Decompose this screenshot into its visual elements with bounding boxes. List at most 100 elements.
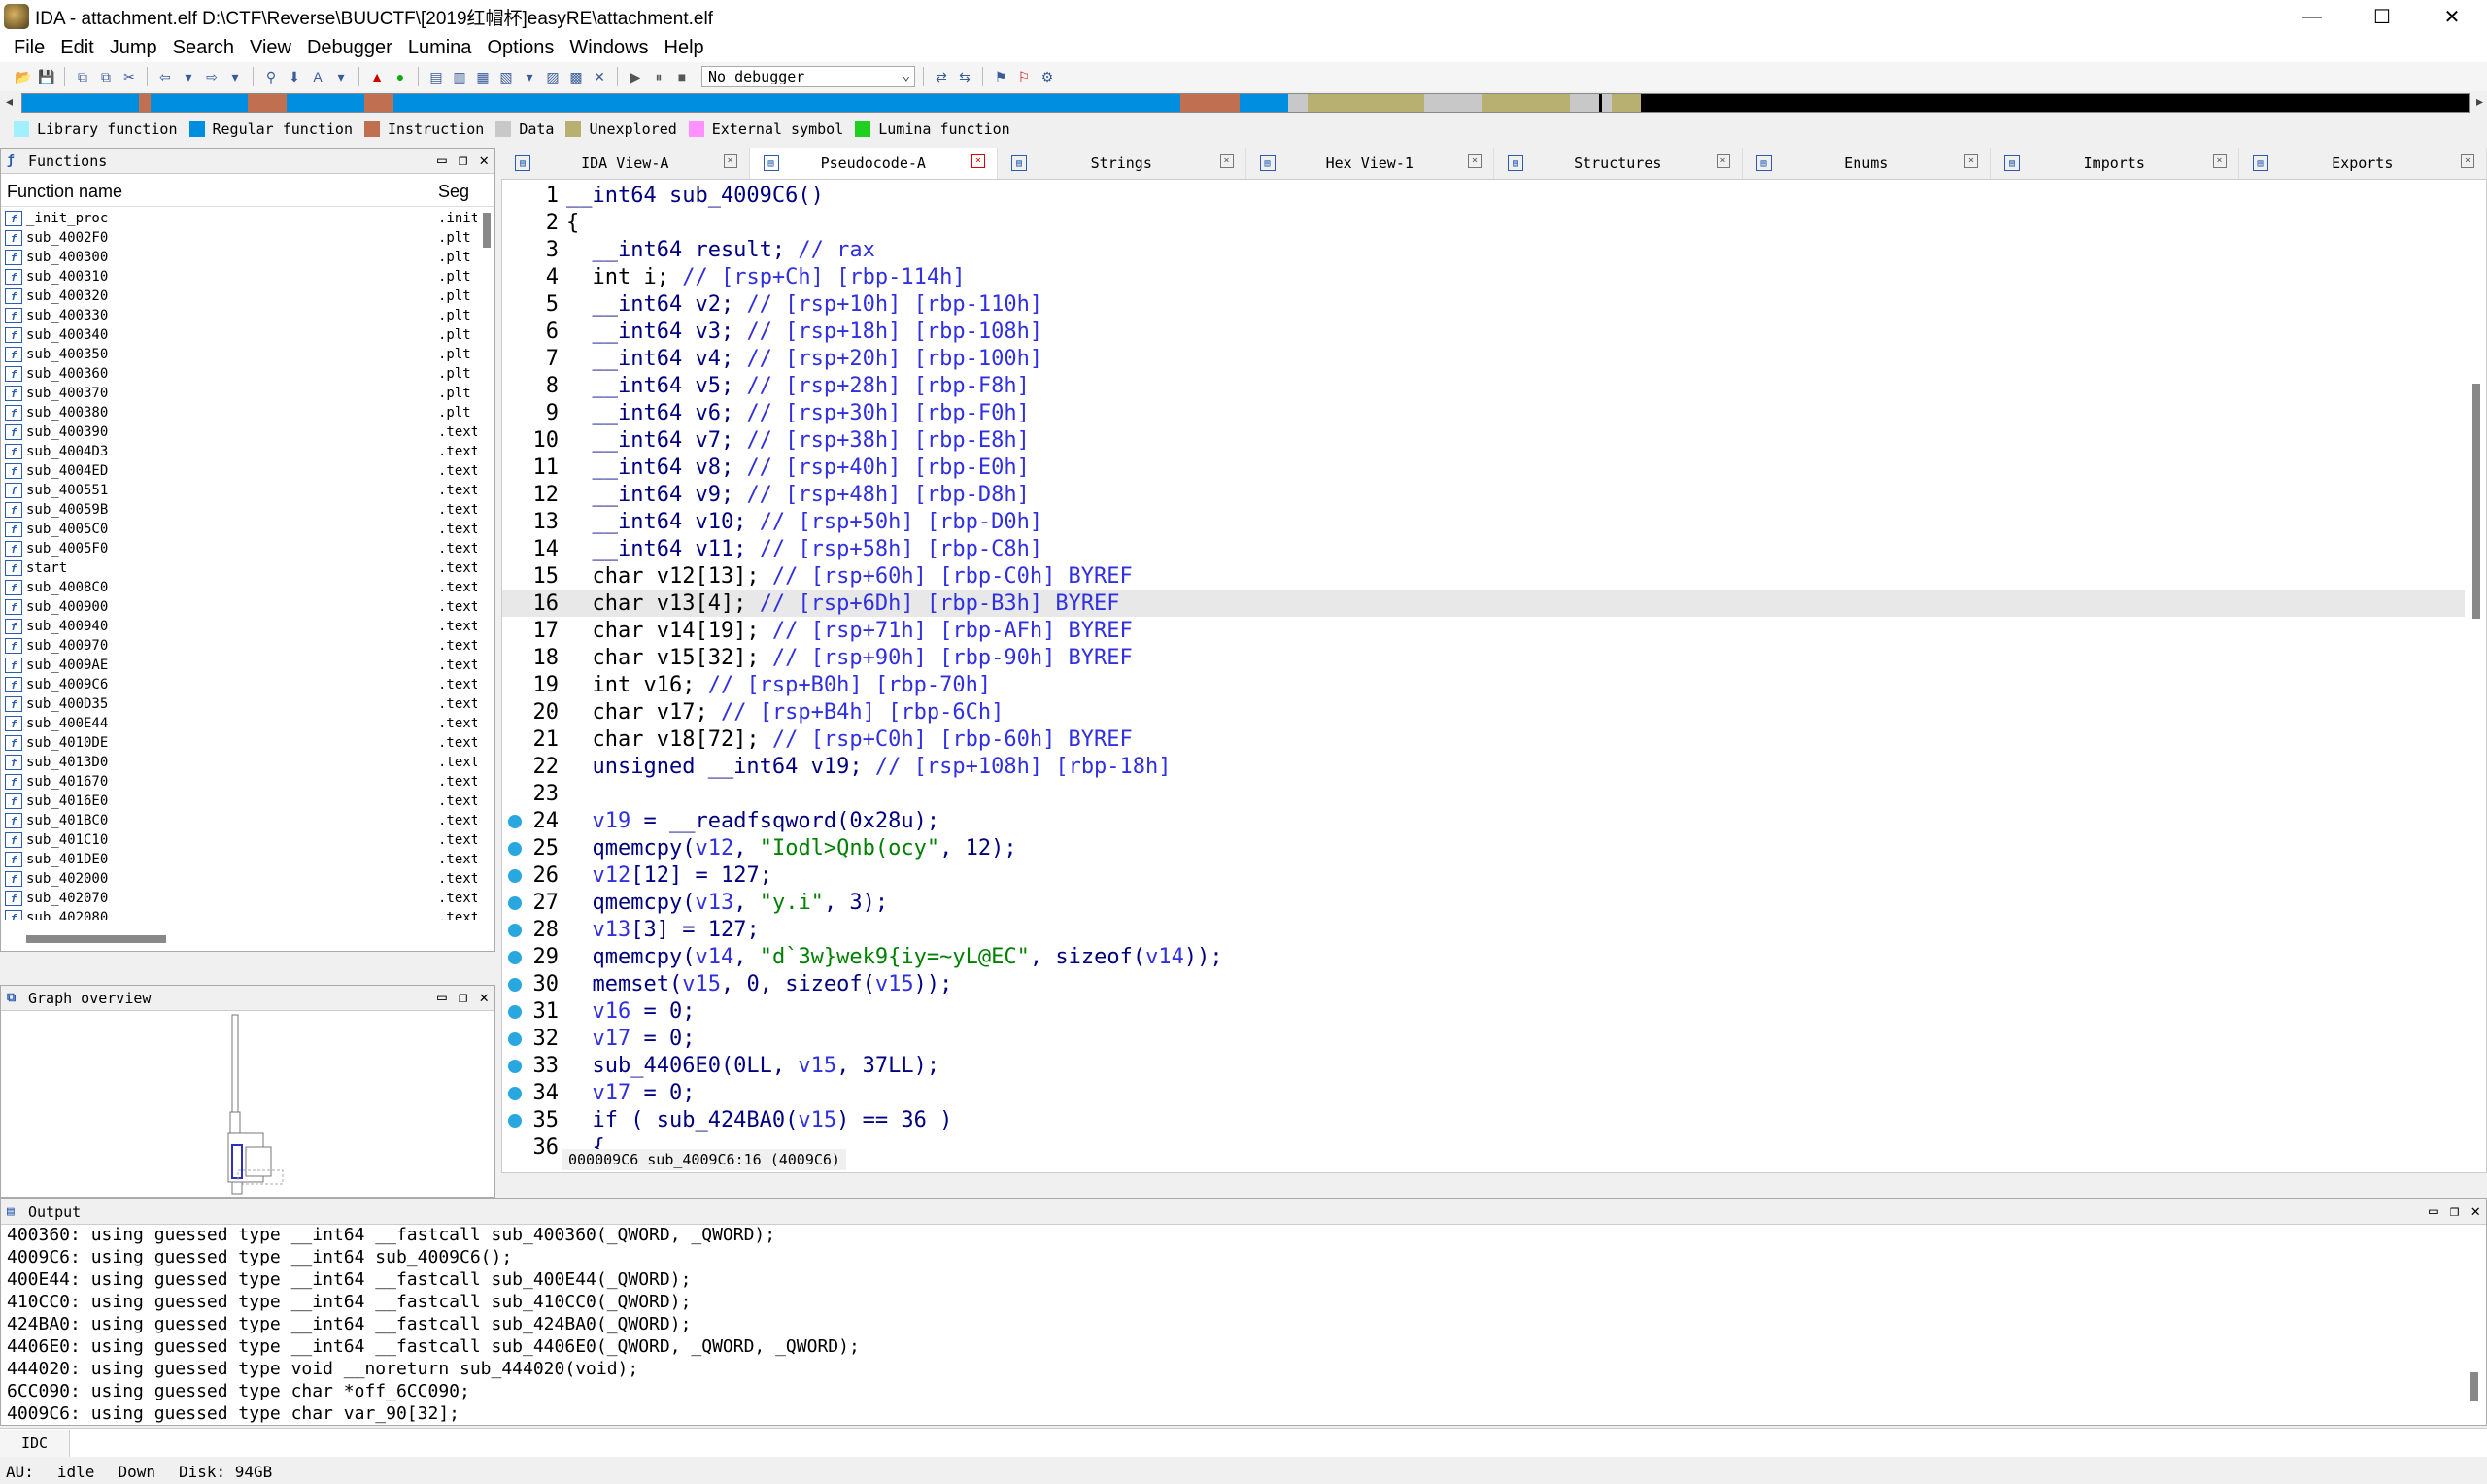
- sync-icon[interactable]: ⇆: [955, 67, 974, 86]
- function-row[interactable]: f sub_400310 .plt: [1, 267, 477, 287]
- navbar-segment[interactable]: [1611, 94, 1641, 112]
- code-line[interactable]: 13 __int64 v10; // [rsp+50h] [rbp-D0h]: [502, 508, 2465, 535]
- tab-hex-view-1[interactable]: ▤ Hex View-1 ×: [1246, 148, 1494, 179]
- function-row[interactable]: f sub_400300 .plt: [1, 248, 477, 267]
- jump-down-icon[interactable]: ⬇: [285, 67, 304, 86]
- code-line[interactable]: 35 if ( sub_424BA0(v15) == 36 ): [502, 1106, 2465, 1133]
- function-row[interactable]: f sub_4004ED .text: [1, 461, 477, 481]
- function-row[interactable]: f sub_400940 .text: [1, 617, 477, 636]
- column-function-name[interactable]: Function name: [1, 182, 438, 202]
- settings-icon[interactable]: ⚙: [1038, 67, 1057, 86]
- idc-command-input[interactable]: [70, 1430, 2487, 1456]
- tab-close-icon[interactable]: ×: [723, 154, 737, 168]
- idc-language-button[interactable]: IDC: [0, 1429, 70, 1457]
- code-line[interactable]: 20 char v17; // [rsp+B4h] [rbp-6Ch]: [502, 698, 2465, 725]
- function-row[interactable]: f sub_4002F0 .plt: [1, 228, 477, 248]
- menu-options[interactable]: Options: [479, 37, 562, 59]
- code-line[interactable]: 10 __int64 v7; // [rsp+38h] [rbp-E8h]: [502, 426, 2465, 454]
- debugger-select[interactable]: No debugger ⌄: [701, 66, 915, 87]
- navbar-segment[interactable]: [287, 94, 365, 112]
- code-line[interactable]: 15 char v12[13]; // [rsp+60h] [rbp-C0h] …: [502, 562, 2465, 590]
- function-row[interactable]: f sub_4010DE .text: [1, 733, 477, 753]
- tab-close-icon[interactable]: ×: [1219, 154, 1234, 168]
- navbar-segment[interactable]: [1180, 94, 1240, 112]
- menu-help[interactable]: Help: [657, 37, 712, 59]
- tab-close-icon[interactable]: ×: [1468, 154, 1482, 168]
- scrollbar-thumb[interactable]: [26, 935, 166, 943]
- undefine-icon[interactable]: ▨: [543, 67, 562, 86]
- tab-close-icon[interactable]: ×: [2461, 154, 2474, 168]
- menu-search[interactable]: Search: [165, 37, 242, 59]
- code-line[interactable]: 29 qmemcpy(v14, "d`3w}wek9{iy=~yL@EC", s…: [502, 943, 2465, 970]
- panel-minimize-icon[interactable]: ▭: [437, 988, 447, 1006]
- minimize-button[interactable]: —: [2277, 0, 2347, 33]
- function-row[interactable]: f sub_400390 .text: [1, 422, 477, 442]
- function-row[interactable]: f sub_401670 .text: [1, 772, 477, 792]
- tab-close-icon[interactable]: ×: [2212, 154, 2227, 168]
- code-line[interactable]: 31 v16 = 0;: [502, 997, 2465, 1025]
- paste-icon[interactable]: ⧉: [96, 67, 116, 86]
- code-line[interactable]: 33 sub_4406E0(0LL, v15, 37LL);: [502, 1052, 2465, 1079]
- open-icon[interactable]: 📂: [14, 67, 33, 86]
- cut-icon[interactable]: ✂: [119, 67, 139, 86]
- code-line[interactable]: 34 v17 = 0;: [502, 1079, 2465, 1106]
- function-row[interactable]: f sub_4005F0 .text: [1, 539, 477, 558]
- menu-view[interactable]: View: [242, 37, 299, 59]
- function-row[interactable]: f sub_400551 .text: [1, 481, 477, 500]
- scrollbar-thumb[interactable]: [483, 213, 491, 248]
- dropdown-icon[interactable]: ▾: [225, 67, 245, 86]
- tab-exports[interactable]: ▤ Exports ×: [2239, 148, 2487, 179]
- back-icon[interactable]: ⇦: [155, 67, 175, 86]
- navbar-segment[interactable]: [364, 94, 394, 112]
- code-line[interactable]: 26 v12[12] = 127;: [502, 861, 2465, 889]
- breakpoint-icon[interactable]: ⇄: [932, 67, 951, 86]
- code-line[interactable]: 24 v19 = __readfsqword(0x28u);: [502, 807, 2465, 834]
- functions-vertical-scrollbar[interactable]: [481, 209, 493, 920]
- tab-structures[interactable]: ▤ Structures ×: [1494, 148, 1743, 179]
- code-line[interactable]: 2{: [502, 209, 2465, 236]
- navbar-segment[interactable]: [139, 94, 152, 112]
- code-line[interactable]: 7 __int64 v4; // [rsp+20h] [rbp-100h]: [502, 345, 2465, 372]
- function-row[interactable]: f sub_402000 .text: [1, 869, 477, 889]
- menu-lumina[interactable]: Lumina: [400, 37, 480, 59]
- navbar-segment[interactable]: [1569, 94, 1599, 112]
- function-row[interactable]: f sub_4008C0 .text: [1, 578, 477, 597]
- code-line[interactable]: 21 char v18[72]; // [rsp+C0h] [rbp-60h] …: [502, 725, 2465, 753]
- green-circle-icon[interactable]: ●: [391, 67, 410, 86]
- output-scrollbar-thumb[interactable]: [2470, 1372, 2478, 1401]
- function-row[interactable]: f start .text: [1, 558, 477, 578]
- function-row[interactable]: f _init_proc .init: [1, 209, 477, 228]
- function-row[interactable]: f sub_400D35 .text: [1, 694, 477, 714]
- binoculars-icon[interactable]: ⚲: [261, 67, 281, 86]
- functions-horizontal-scrollbar[interactable]: [1, 931, 487, 945]
- graph-icon[interactable]: ▲: [367, 67, 387, 86]
- navbar-segment[interactable]: [1287, 94, 1308, 112]
- function-row[interactable]: f sub_40059B .text: [1, 500, 477, 520]
- navbar-segment[interactable]: [22, 94, 140, 112]
- function-row[interactable]: f sub_401DE0 .text: [1, 850, 477, 869]
- code-line[interactable]: 22 unsigned __int64 v19; // [rsp+108h] […: [502, 753, 2465, 780]
- dropdown-icon[interactable]: ▾: [179, 67, 198, 86]
- function-row[interactable]: f sub_401C10 .text: [1, 830, 477, 850]
- function-row[interactable]: f sub_400350 .plt: [1, 345, 477, 364]
- struct-icon[interactable]: ▦: [473, 67, 493, 86]
- function-row[interactable]: f sub_400E44 .text: [1, 714, 477, 733]
- code-line[interactable]: 12 __int64 v9; // [rsp+48h] [rbp-D8h]: [502, 481, 2465, 508]
- code-line[interactable]: 1 __int64 sub_4009C6(): [502, 182, 2465, 209]
- panel-minimize-icon[interactable]: ▭: [2429, 1201, 2438, 1220]
- tab-pseudocode-a[interactable]: ▤ Pseudocode-A ×: [749, 148, 998, 179]
- function-row[interactable]: f sub_4005C0 .text: [1, 520, 477, 539]
- function-row[interactable]: f sub_4009C6 .text: [1, 675, 477, 694]
- tab-ida-view-a[interactable]: ▤ IDA View-A ×: [501, 148, 750, 179]
- function-row[interactable]: f sub_4016E0 .text: [1, 792, 477, 811]
- menu-edit[interactable]: Edit: [52, 37, 101, 59]
- code-line[interactable]: 25 qmemcpy(v12, "Iodl>Qnb(ocy", 12);: [502, 834, 2465, 861]
- navbar-segment[interactable]: [1601, 94, 1612, 112]
- tab-close-icon[interactable]: ×: [1964, 154, 1978, 168]
- forward-icon[interactable]: ⇨: [202, 67, 221, 86]
- menu-windows[interactable]: Windows: [562, 37, 656, 59]
- function-row[interactable]: f sub_400360 .plt: [1, 364, 477, 384]
- code-line[interactable]: 23: [502, 780, 2465, 807]
- copy-icon[interactable]: ⧉: [73, 67, 92, 86]
- close-button[interactable]: ✕: [2417, 0, 2487, 33]
